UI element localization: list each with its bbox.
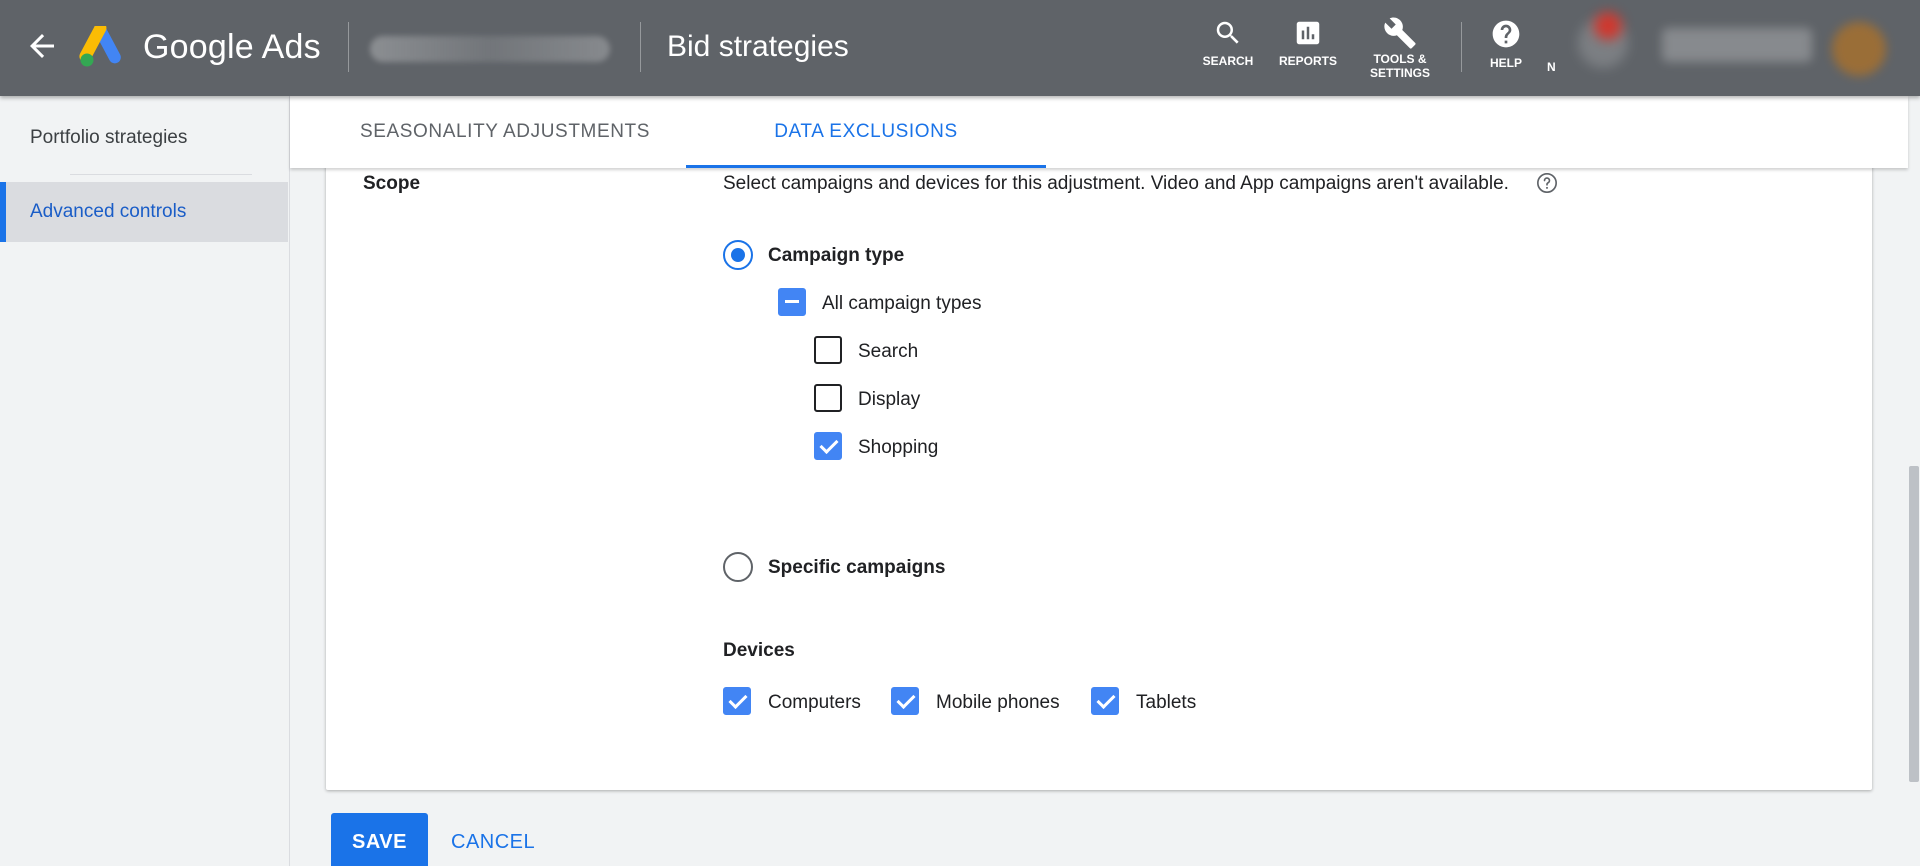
notifications-button[interactable] (1570, 8, 1640, 78)
shopping-campaign-label[interactable]: Shopping (858, 437, 938, 459)
display-campaign-label[interactable]: Display (858, 389, 920, 411)
google-ads-logo-icon[interactable] (78, 22, 124, 68)
specific-campaigns-radio[interactable] (723, 552, 753, 582)
search-campaign-label[interactable]: Search (858, 341, 918, 363)
computers-label[interactable]: Computers (768, 692, 861, 714)
search-button[interactable]: SEARCH (1183, 18, 1273, 68)
sidebar-divider (70, 174, 252, 175)
page-title: Bid strategies (667, 30, 849, 63)
sidebar: Portfolio strategies Advanced controls (0, 96, 290, 866)
sidebar-item-advanced-controls[interactable]: Advanced controls (0, 182, 288, 242)
tab-seasonality-adjustments[interactable]: SEASONALITY ADJUSTMENTS (290, 96, 720, 168)
display-campaign-checkbox[interactable] (814, 384, 842, 412)
computers-checkbox[interactable] (723, 687, 751, 715)
help-icon (1492, 20, 1520, 48)
campaign-type-radio[interactable] (723, 240, 753, 270)
reports-icon (1296, 21, 1320, 45)
search-icon (1216, 21, 1239, 44)
tablets-checkbox[interactable] (1091, 687, 1119, 715)
scrollbar-thumb[interactable] (1909, 466, 1919, 782)
cancel-button[interactable]: CANCEL (451, 813, 535, 866)
tools-settings-button-label: TOOLS & SETTINGS (1369, 52, 1430, 80)
tab-data-exclusions[interactable]: DATA EXCLUSIONS (686, 96, 1046, 168)
sidebar-item-portfolio-strategies[interactable]: Portfolio strategies (0, 108, 288, 168)
back-arrow-icon[interactable] (24, 28, 60, 64)
search-button-label: SEARCH (1202, 54, 1254, 68)
tablets-label[interactable]: Tablets (1136, 692, 1196, 714)
shopping-campaign-checkbox[interactable] (814, 432, 842, 460)
avatar[interactable] (1832, 22, 1886, 76)
account-selector[interactable] (370, 36, 610, 62)
notification-badge (1594, 12, 1622, 40)
devices-title: Devices (723, 640, 795, 661)
all-campaign-types-checkbox[interactable] (778, 288, 806, 316)
campaign-type-label[interactable]: Campaign type (768, 245, 904, 267)
scope-label: Scope (363, 173, 421, 194)
help-button-label: HELP (1489, 56, 1522, 70)
header-divider (640, 22, 641, 72)
search-campaign-checkbox[interactable] (814, 336, 842, 364)
specific-campaigns-label[interactable]: Specific campaigns (768, 557, 945, 579)
reports-button[interactable]: REPORTS (1263, 18, 1353, 68)
scope-description: Select campaigns and devices for this ad… (723, 173, 1509, 194)
notifications-label: N (1547, 60, 1556, 74)
top-app-bar: Google Ads Bid strategies SEARCH REPORTS… (0, 0, 1920, 96)
tools-settings-button[interactable]: TOOLS & SETTINGS (1355, 17, 1445, 80)
tab-bar: SEASONALITY ADJUSTMENTS DATA EXCLUSIONS (290, 96, 1908, 168)
header-divider (348, 22, 349, 72)
question-help-icon[interactable] (1536, 172, 1558, 194)
reports-button-label: REPORTS (1278, 54, 1337, 68)
save-button[interactable]: SAVE (331, 813, 428, 866)
help-button[interactable]: HELP (1461, 18, 1551, 70)
wrench-icon (1384, 17, 1416, 49)
mobile-phones-checkbox[interactable] (891, 687, 919, 715)
all-campaign-types-label[interactable]: All campaign types (822, 293, 981, 315)
brand-name[interactable]: Google Ads (143, 28, 321, 67)
user-account-info[interactable] (1662, 28, 1812, 62)
mobile-phones-label[interactable]: Mobile phones (936, 692, 1060, 714)
